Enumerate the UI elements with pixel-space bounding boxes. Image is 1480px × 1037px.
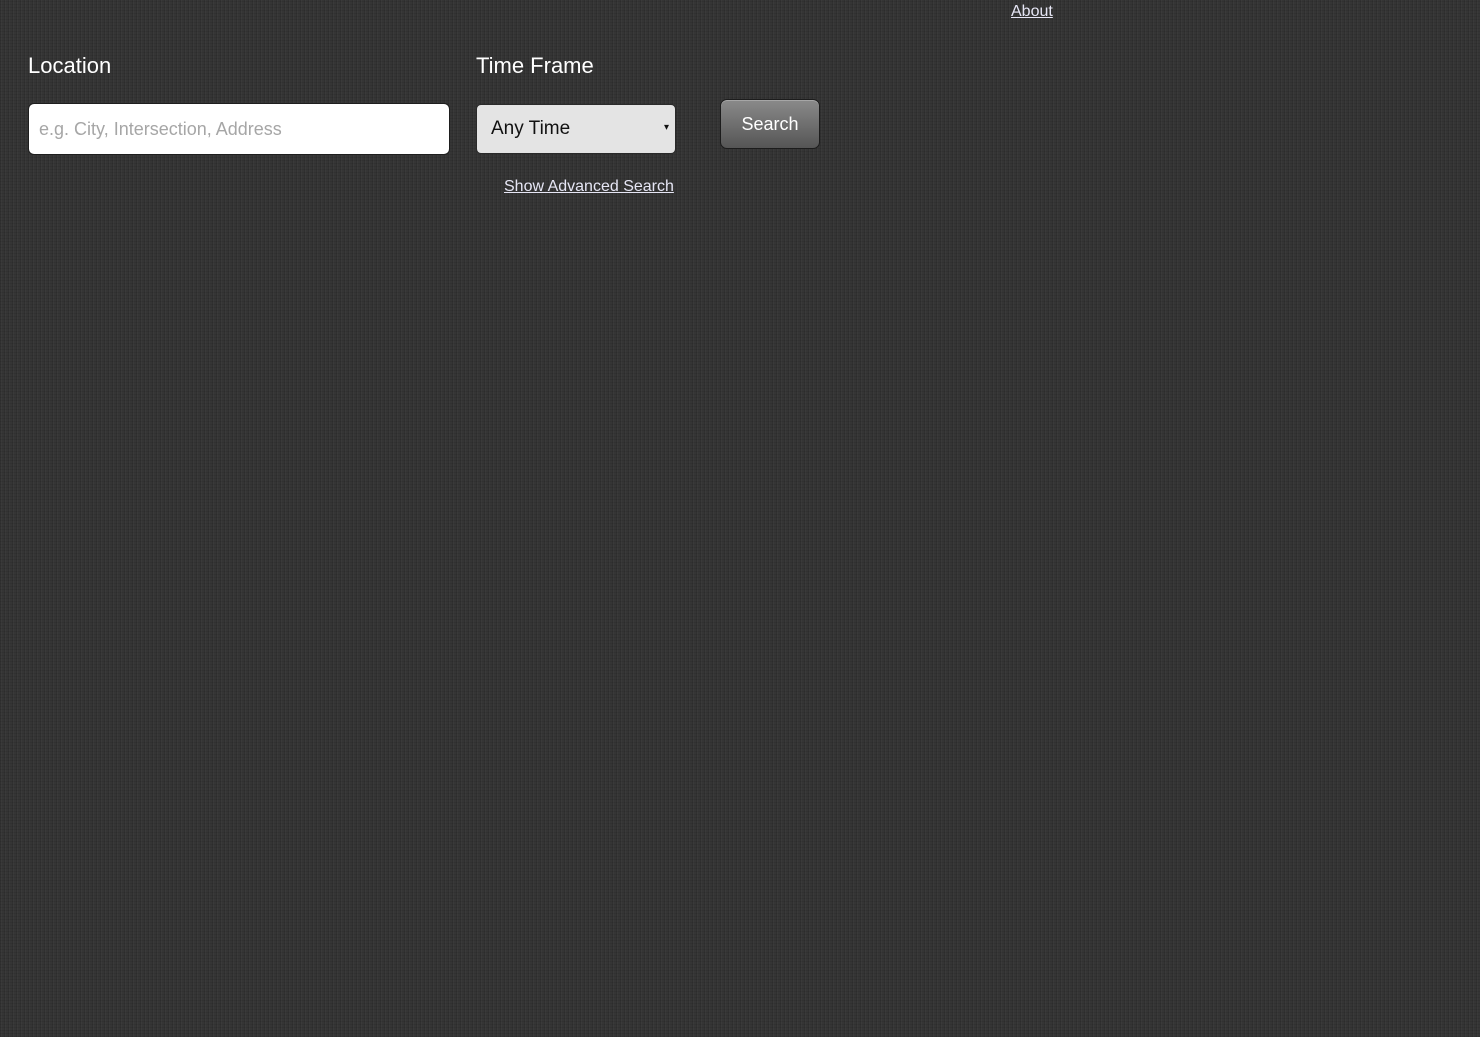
show-advanced-search-link[interactable]: Show Advanced Search	[504, 178, 674, 196]
chevron-down-icon: ▾	[663, 122, 669, 133]
location-label: Location	[28, 53, 112, 78]
location-input[interactable]	[28, 103, 450, 155]
search-button[interactable]: Search	[720, 99, 820, 149]
time-frame-label: Time Frame	[476, 53, 594, 78]
about-link[interactable]: About	[1011, 3, 1053, 21]
time-frame-select[interactable]: Any Time ▾	[476, 104, 676, 154]
time-frame-selected-value: Any Time	[491, 118, 571, 139]
